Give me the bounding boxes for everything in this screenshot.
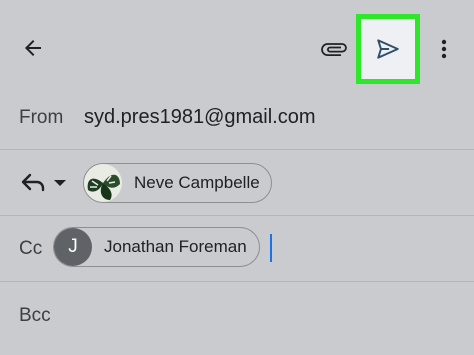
attach-button[interactable]: [316, 31, 352, 67]
compose-toolbar: [0, 0, 474, 96]
cc-label: Cc: [19, 238, 43, 259]
recipient-name: Neve Campbelle: [134, 173, 260, 192]
recipient-name: Jonathan Foreman: [104, 237, 247, 256]
from-label: From: [19, 107, 64, 128]
caret-down-icon[interactable]: [53, 178, 67, 188]
from-row: From syd.pres1981@gmail.com: [0, 84, 474, 150]
more-options-button[interactable]: [430, 30, 458, 68]
more-vertical-icon: [441, 39, 447, 59]
bcc-label: Bcc: [19, 305, 51, 326]
recipient-chip-cc[interactable]: J Jonathan Foreman: [53, 227, 260, 267]
send-icon: [377, 39, 399, 59]
back-button[interactable]: [14, 29, 52, 67]
recipient-chip-to[interactable]: Neve Campbelle: [83, 163, 272, 203]
send-button[interactable]: [356, 14, 420, 84]
paperclip-icon: [321, 43, 347, 56]
to-row[interactable]: Neve Campbelle: [0, 150, 474, 216]
cc-row[interactable]: Cc J Jonathan Foreman: [0, 216, 474, 282]
arrow-back-icon: [25, 40, 41, 56]
avatar: J: [54, 228, 92, 266]
from-account-selector[interactable]: syd.pres1981@gmail.com: [84, 106, 316, 129]
bcc-row[interactable]: Bcc: [0, 282, 474, 355]
text-cursor: [270, 234, 272, 262]
reply-icon[interactable]: [19, 170, 47, 194]
monstera-leaf-avatar: [84, 164, 122, 202]
